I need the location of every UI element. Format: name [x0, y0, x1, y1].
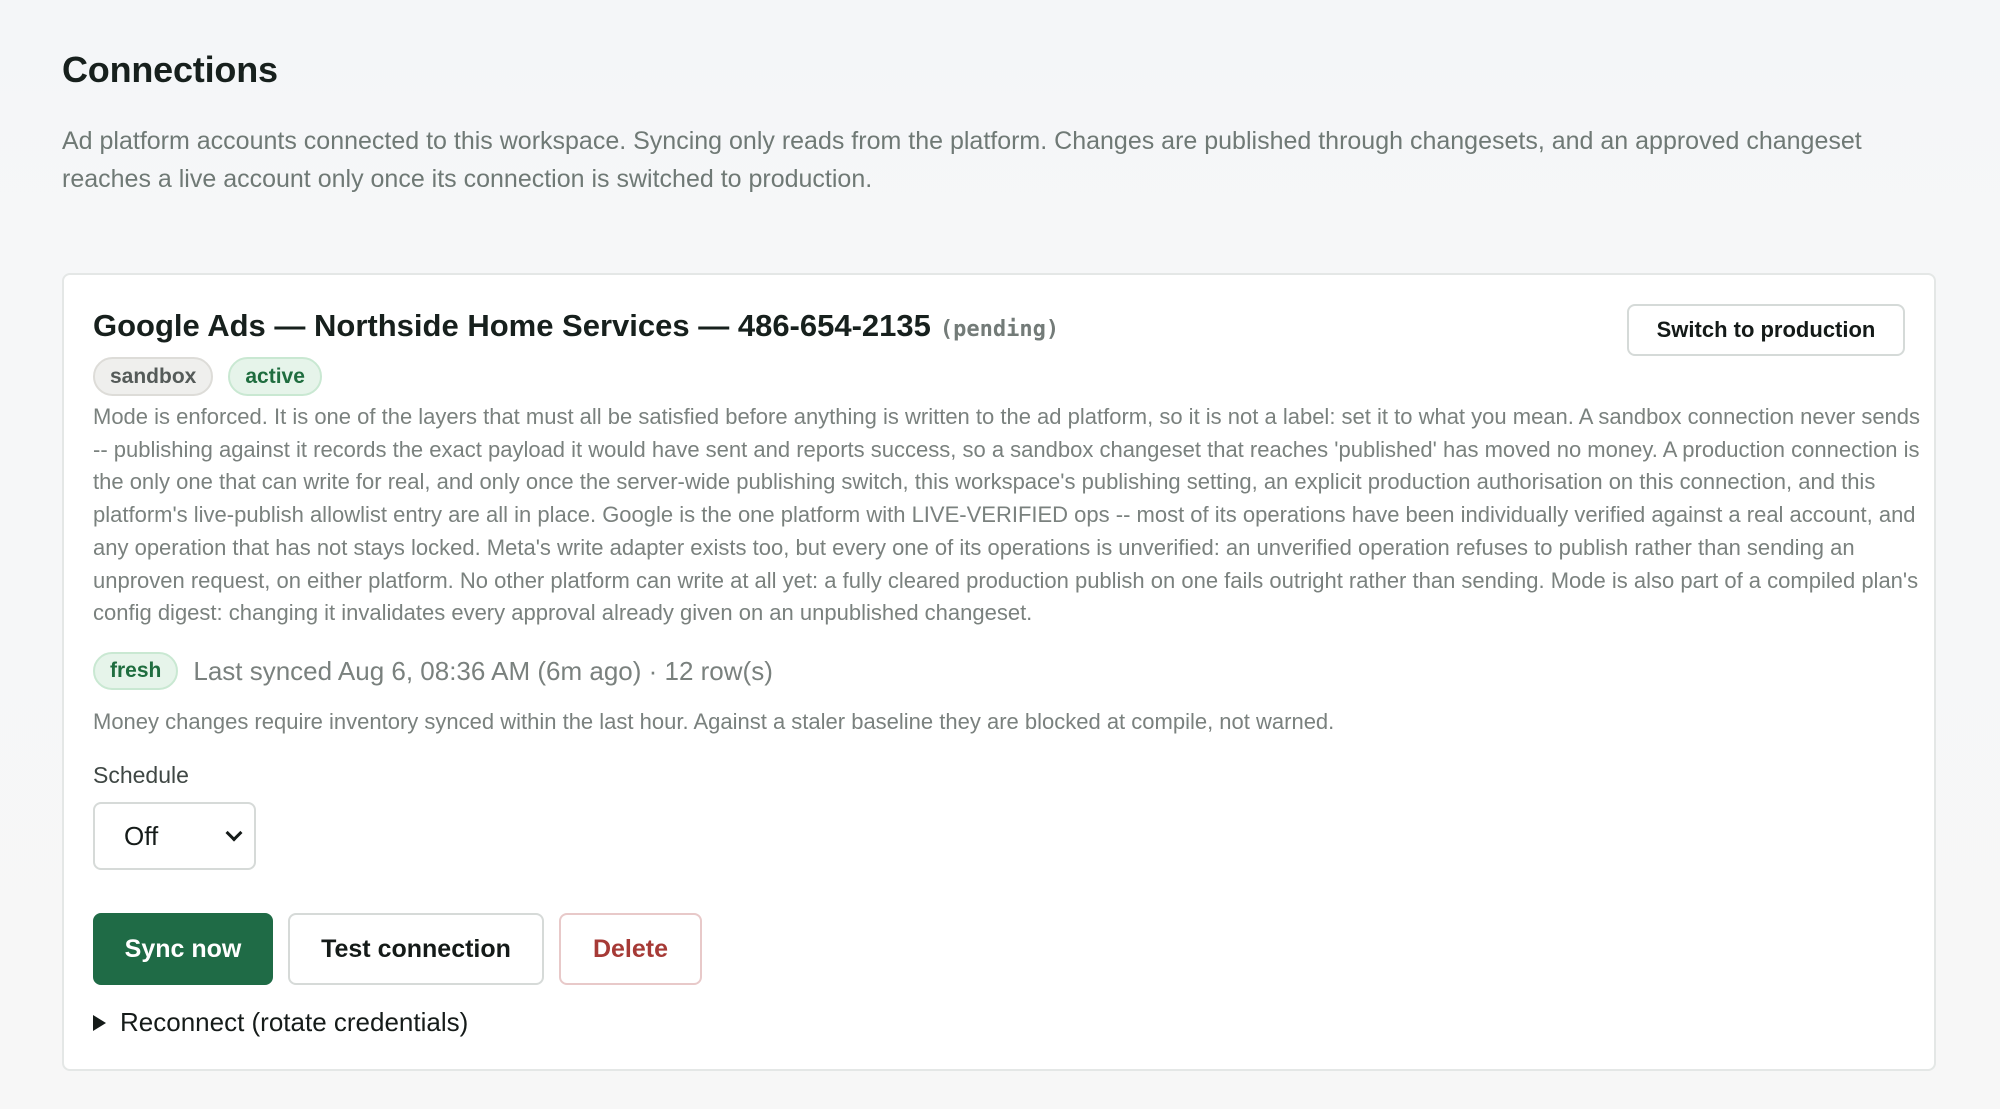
- connection-badges: sandbox active: [93, 357, 322, 396]
- connection-status-tag: (pending): [939, 317, 1060, 342]
- connection-title: Google Ads — Northside Home Services — 4…: [93, 308, 931, 343]
- reconnect-label: Reconnect (rotate credentials): [120, 1007, 469, 1037]
- delete-connection-button[interactable]: Delete: [559, 913, 702, 985]
- switch-to-production-button[interactable]: Switch to production: [1627, 304, 1905, 356]
- page-title: Connections: [62, 49, 278, 90]
- page-description: Ad platform accounts connected to this w…: [62, 127, 1862, 193]
- connection-card: Google Ads — Northside Home Services — 4…: [62, 273, 1936, 1071]
- reconnect-disclosure[interactable]: Reconnect (rotate credentials): [93, 1007, 468, 1038]
- sync-status-row: fresh Last synced Aug 6, 08:36 AM (6m ag…: [93, 652, 773, 690]
- mode-description: Mode is enforced. It is one of the layer…: [93, 404, 1921, 626]
- test-connection-button[interactable]: Test connection: [288, 913, 544, 985]
- chevron-down-icon: [225, 824, 243, 842]
- connection-title-row: Google Ads — Northside Home Services — 4…: [93, 307, 1059, 345]
- fresh-badge: fresh: [93, 652, 179, 690]
- sync-now-button[interactable]: Sync now: [93, 913, 273, 985]
- page-header: Connections Ad platform accounts connect…: [62, 48, 1942, 198]
- schedule-selected-value: Off: [124, 820, 159, 851]
- active-badge: active: [228, 357, 322, 396]
- sandbox-badge: sandbox: [93, 357, 214, 396]
- money-changes-note: Money changes require inventory synced w…: [93, 709, 1335, 734]
- disclosure-triangle-icon: [93, 1014, 106, 1031]
- schedule-select[interactable]: Off: [93, 802, 256, 870]
- connection-actions: Sync now Test connection Delete: [93, 913, 702, 985]
- last-synced-text: Last synced Aug 6, 08:36 AM (6m ago) · 1…: [193, 655, 773, 686]
- schedule-label: Schedule: [93, 762, 189, 788]
